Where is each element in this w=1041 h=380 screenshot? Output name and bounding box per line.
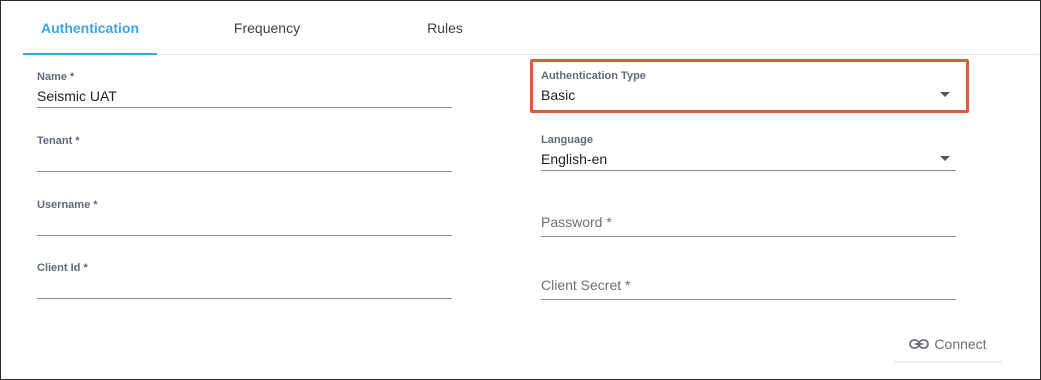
tenant-underline [37,171,452,172]
username-label: Username * [37,199,98,211]
name-field[interactable]: Name * Seismic UAT [37,71,452,119]
username-field[interactable]: Username * [37,199,452,247]
tab-frequency-label: Frequency [233,19,301,36]
name-label: Name * [37,71,75,83]
tab-frequency[interactable]: Frequency [200,1,334,54]
authentication-type-highlight [530,59,969,113]
password-field[interactable]: Password * [541,200,956,248]
client-secret-placeholder: Client Secret * [541,277,631,293]
tab-authentication[interactable]: Authentication [23,1,157,55]
connect-button[interactable]: Connect [894,327,1002,363]
client-id-underline [37,298,452,299]
chevron-down-icon [940,156,950,161]
username-underline [37,235,452,236]
language-label: Language [541,134,593,146]
tab-authentication-label: Authentication [41,19,139,36]
tab-rules[interactable]: Rules [378,1,512,54]
name-value: Seismic UAT [37,88,117,104]
integration-settings-panel: Authentication Frequency Rules Name * Se… [0,0,1041,380]
password-underline [541,236,956,237]
tab-bar: Authentication Frequency Rules [23,1,1039,55]
name-underline [37,107,452,108]
link-icon [909,339,930,349]
language-value: English-en [541,151,608,167]
tenant-field[interactable]: Tenant * [37,135,452,183]
password-placeholder: Password * [541,214,612,230]
language-select[interactable]: Language English-en [541,134,956,182]
client-id-field[interactable]: Client Id * [37,262,452,310]
client-id-label: Client Id * [37,262,88,274]
client-secret-underline [541,299,956,300]
tenant-label: Tenant * [37,135,80,147]
tab-rules-label: Rules [427,19,463,36]
client-secret-field[interactable]: Client Secret * [541,263,956,311]
connect-label: Connect [934,336,987,352]
language-underline [541,170,956,171]
